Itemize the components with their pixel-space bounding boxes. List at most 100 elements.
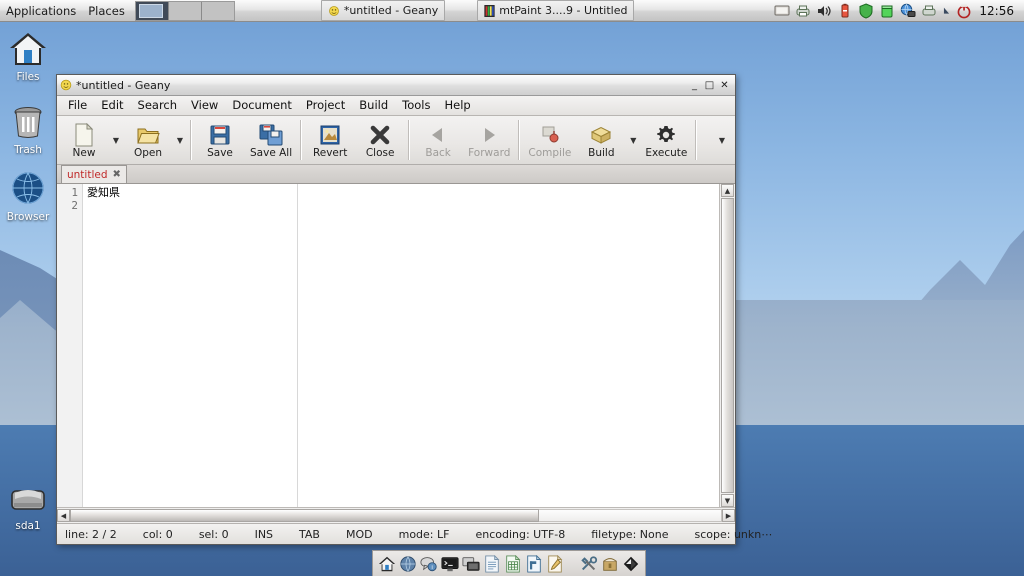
task-button-geany[interactable]: *untitled - Geany [320, 0, 446, 21]
terminal-icon[interactable] [441, 555, 459, 573]
menu-project[interactable]: Project [299, 97, 352, 114]
back-arrow-icon [427, 123, 449, 147]
menu-help[interactable]: Help [438, 97, 478, 114]
remote-desktop-icon[interactable] [462, 555, 480, 573]
desktop-icon-label: Browser [6, 211, 50, 223]
chat-icon[interactable]: i [420, 555, 438, 573]
save-all-icon [259, 123, 283, 147]
desktop-icon-browser[interactable]: Browser [0, 170, 56, 223]
power-icon[interactable] [956, 3, 972, 19]
status-encoding: encoding: UTF-8 [475, 527, 566, 541]
battery-icon[interactable] [837, 3, 853, 19]
toolbar-new[interactable]: New [59, 116, 109, 164]
task-button-label: *untitled - Geany [343, 4, 439, 17]
home-icon[interactable] [378, 555, 396, 573]
editor-line: 愛知県 [87, 186, 120, 199]
document-tab-untitled[interactable]: untitled ✖ [61, 165, 127, 183]
toolbar-save[interactable]: Save [195, 116, 245, 164]
new-file-icon [73, 122, 95, 147]
updates-icon[interactable] [879, 3, 895, 19]
status-line: line: 2 / 2 [65, 527, 117, 541]
scroll-right-arrow-icon[interactable]: ▶ [722, 509, 735, 522]
tab-close-icon[interactable]: ✖ [113, 169, 121, 180]
browser-globe-icon[interactable] [399, 555, 417, 573]
toolbar-compile-label: Compile [528, 146, 572, 159]
spreadsheet-icon[interactable] [504, 554, 522, 573]
printer-icon[interactable] [795, 3, 811, 19]
menu-build[interactable]: Build [352, 97, 395, 114]
toolbar-open-dropdown[interactable]: ▼ [173, 116, 187, 164]
menu-file[interactable]: File [61, 97, 94, 114]
scroll-left-arrow-icon[interactable]: ◀ [57, 509, 70, 522]
text-document-icon[interactable] [483, 554, 501, 573]
volume-icon[interactable] [816, 3, 832, 19]
toolbar-new-dropdown[interactable]: ▼ [109, 116, 123, 164]
status-col: col: 0 [142, 527, 173, 541]
dock: i [372, 550, 646, 576]
desktop-icon-sda1[interactable]: sda1 [0, 485, 56, 532]
horizontal-scrollbar-thumb[interactable] [70, 509, 540, 522]
toolbar-close[interactable]: Close [355, 116, 405, 164]
desktop-icon-trash[interactable]: Trash [0, 103, 56, 156]
workspace-3[interactable] [201, 1, 234, 20]
toolbar-revert[interactable]: Revert [305, 116, 355, 164]
disk-icon[interactable] [921, 3, 937, 19]
execute-gear-icon [655, 123, 677, 147]
minimize-icon[interactable]: _ [687, 78, 702, 92]
geany-toolbar: New ▼ Open ▼ Save Save All Revert Close … [57, 116, 735, 165]
shield-icon[interactable] [858, 2, 874, 19]
geany-titlebar[interactable]: *untitled - Geany _ □ ✕ [57, 75, 735, 96]
toolbar-compile[interactable]: Compile [523, 116, 576, 164]
forward-arrow-icon [478, 123, 500, 147]
workspace-pager[interactable] [134, 0, 235, 21]
workspace-2[interactable] [168, 1, 202, 20]
toolbar-save-all[interactable]: Save All [245, 116, 297, 164]
line-number: 1 [71, 186, 78, 199]
gimp-icon[interactable] [622, 555, 640, 573]
package-icon[interactable] [601, 555, 619, 573]
vertical-scrollbar-thumb[interactable] [721, 198, 734, 493]
applications-menu[interactable]: Applications [0, 1, 82, 21]
line-number-gutter: 1 2 [57, 184, 83, 507]
toolbar-build-dropdown[interactable]: ▼ [626, 116, 640, 164]
editor-vertical-scrollbar[interactable]: ▲ ▼ [719, 184, 735, 507]
geany-icon [328, 5, 339, 16]
presentation-icon[interactable] [525, 554, 543, 573]
clock[interactable]: 12:56 [977, 4, 1018, 18]
desktop-icon-label: Trash [14, 144, 42, 156]
toolbar-back[interactable]: Back [413, 116, 463, 164]
editor-pencil-icon[interactable] [546, 554, 564, 573]
window-list: *untitled - Geany mtPaint 3....9 - Untit… [239, 0, 775, 21]
task-button-mtpaint[interactable]: mtPaint 3....9 - Untitled [477, 0, 635, 21]
desktop-icon-files[interactable]: Files [0, 30, 56, 83]
arrow-icon[interactable] [942, 5, 951, 17]
horizontal-scrollbar-rest[interactable] [539, 509, 722, 522]
menu-tools[interactable]: Tools [395, 97, 437, 114]
code-editor[interactable]: 1 2 愛知県 [57, 184, 719, 507]
toolbar-forward[interactable]: Forward [463, 116, 515, 164]
menu-edit[interactable]: Edit [94, 97, 130, 114]
editor-text[interactable]: 愛知県 [83, 184, 719, 507]
workspace-1[interactable] [135, 1, 169, 20]
chevron-down-icon[interactable]: ▼ [711, 116, 733, 164]
toolbar-build[interactable]: Build [576, 116, 626, 164]
menu-view[interactable]: View [184, 97, 225, 114]
close-icon[interactable]: ✕ [717, 78, 732, 92]
geany-statusbar: line: 2 / 2 col: 0 sel: 0 INS TAB MOD mo… [57, 523, 772, 544]
toolbar-close-label: Close [365, 146, 395, 159]
places-menu[interactable]: Places [82, 1, 131, 21]
editor-horizontal-scrollbar[interactable]: ◀ ▶ [57, 507, 735, 523]
scroll-up-arrow-icon[interactable]: ▲ [721, 184, 734, 197]
tools-icon[interactable] [580, 555, 598, 573]
maximize-icon[interactable]: □ [702, 78, 717, 92]
menu-document[interactable]: Document [225, 97, 299, 114]
toolbar-new-label: New [72, 146, 96, 159]
toolbar-open[interactable]: Open [123, 116, 173, 164]
network-icon[interactable] [900, 3, 916, 19]
horizontal-scrollbar-track[interactable] [70, 509, 722, 522]
mtpaint-icon [484, 4, 495, 17]
toolbar-execute[interactable]: Execute [640, 116, 692, 164]
display-icon[interactable] [774, 3, 790, 19]
scroll-down-arrow-icon[interactable]: ▼ [721, 494, 734, 507]
menu-search[interactable]: Search [131, 97, 185, 114]
